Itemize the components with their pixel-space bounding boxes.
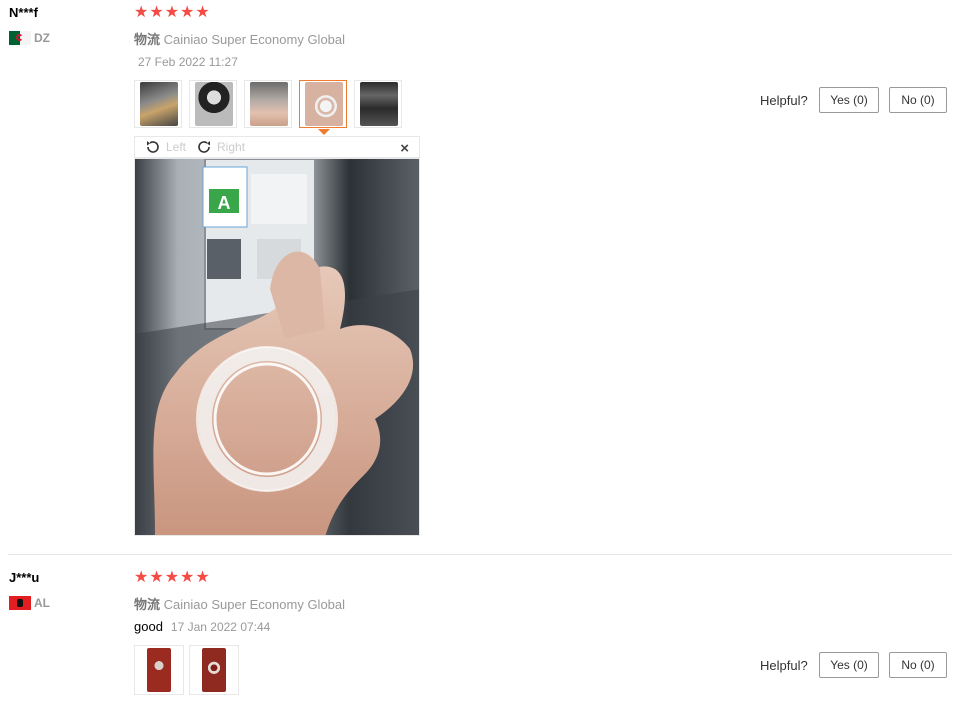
image-viewer-toolbar: Left Right × (134, 136, 420, 158)
close-viewer-button[interactable]: × (400, 140, 409, 157)
rotate-right-icon (198, 141, 211, 153)
country-code: DZ (34, 31, 50, 45)
review-body: good 17 Jan 2022 07:44 (134, 619, 270, 634)
star-icon: ★ (195, 569, 210, 586)
star-icon: ★ (134, 569, 149, 586)
rotate-right-button[interactable]: Right (196, 139, 245, 155)
star-icon: ★ (180, 569, 195, 586)
star-icon: ★ (164, 4, 180, 21)
review-photo-thumb[interactable] (354, 80, 402, 128)
reviewer-country: AL (9, 596, 50, 610)
review-photo-thumb[interactable] (189, 80, 237, 128)
helpful-no-button[interactable]: No (0) (889, 652, 947, 678)
reviewer-name: N***f (9, 5, 38, 20)
star-icon: ★ (164, 569, 180, 586)
review-photo-thumb[interactable] (244, 80, 292, 128)
algeria-flag-icon (9, 31, 31, 45)
helpful-yes-button[interactable]: Yes (0) (819, 652, 879, 678)
logistics-prefix: 物流 (134, 597, 161, 612)
star-icon: ★ (195, 4, 210, 21)
star-icon: ★ (180, 4, 195, 21)
svg-text:A: A (218, 193, 231, 213)
logistics-info: 物流 Cainiao Super Economy Global (134, 29, 345, 48)
review-photo-thumb[interactable] (134, 80, 182, 128)
reviewer-country: DZ (9, 31, 50, 45)
rotate-left-button[interactable]: Left (145, 139, 186, 155)
review-comment: good (134, 619, 163, 634)
rotate-left-label: Left (166, 140, 187, 154)
country-code: AL (34, 596, 50, 610)
review-photo-thumb-active[interactable] (299, 80, 347, 128)
albania-flag-icon (9, 596, 31, 610)
star-rating: ★ ★ ★ ★ ★ (134, 570, 210, 586)
helpful-label: Helpful? (760, 93, 808, 108)
review-date: 27 Feb 2022 11:27 (138, 55, 238, 69)
star-icon: ★ (149, 4, 164, 21)
star-icon: ★ (149, 569, 164, 586)
active-thumb-caret (318, 129, 330, 135)
helpful-no-button[interactable]: No (0) (889, 87, 947, 113)
star-icon: ★ (134, 4, 149, 21)
review-divider (8, 554, 952, 555)
review-photo-thumb[interactable] (134, 645, 184, 695)
review-date: 17 Jan 2022 07:44 (170, 620, 271, 634)
review-photo-image: A (135, 159, 419, 535)
logistics-name: Cainiao Super Economy Global (163, 32, 346, 47)
rotate-left-icon (147, 141, 159, 153)
star-rating: ★ ★ ★ ★ ★ (134, 5, 210, 21)
logistics-info: 物流 Cainiao Super Economy Global (134, 594, 345, 613)
helpful-yes-button[interactable]: Yes (0) (819, 87, 879, 113)
logistics-prefix: 物流 (134, 32, 161, 47)
reviewer-name: J***u (9, 570, 40, 585)
logistics-name: Cainiao Super Economy Global (163, 597, 346, 612)
enlarged-review-photo: A (134, 158, 420, 536)
review-photo-thumb[interactable] (189, 645, 239, 695)
rotate-right-label: Right (217, 140, 246, 154)
helpful-label: Helpful? (760, 658, 808, 673)
